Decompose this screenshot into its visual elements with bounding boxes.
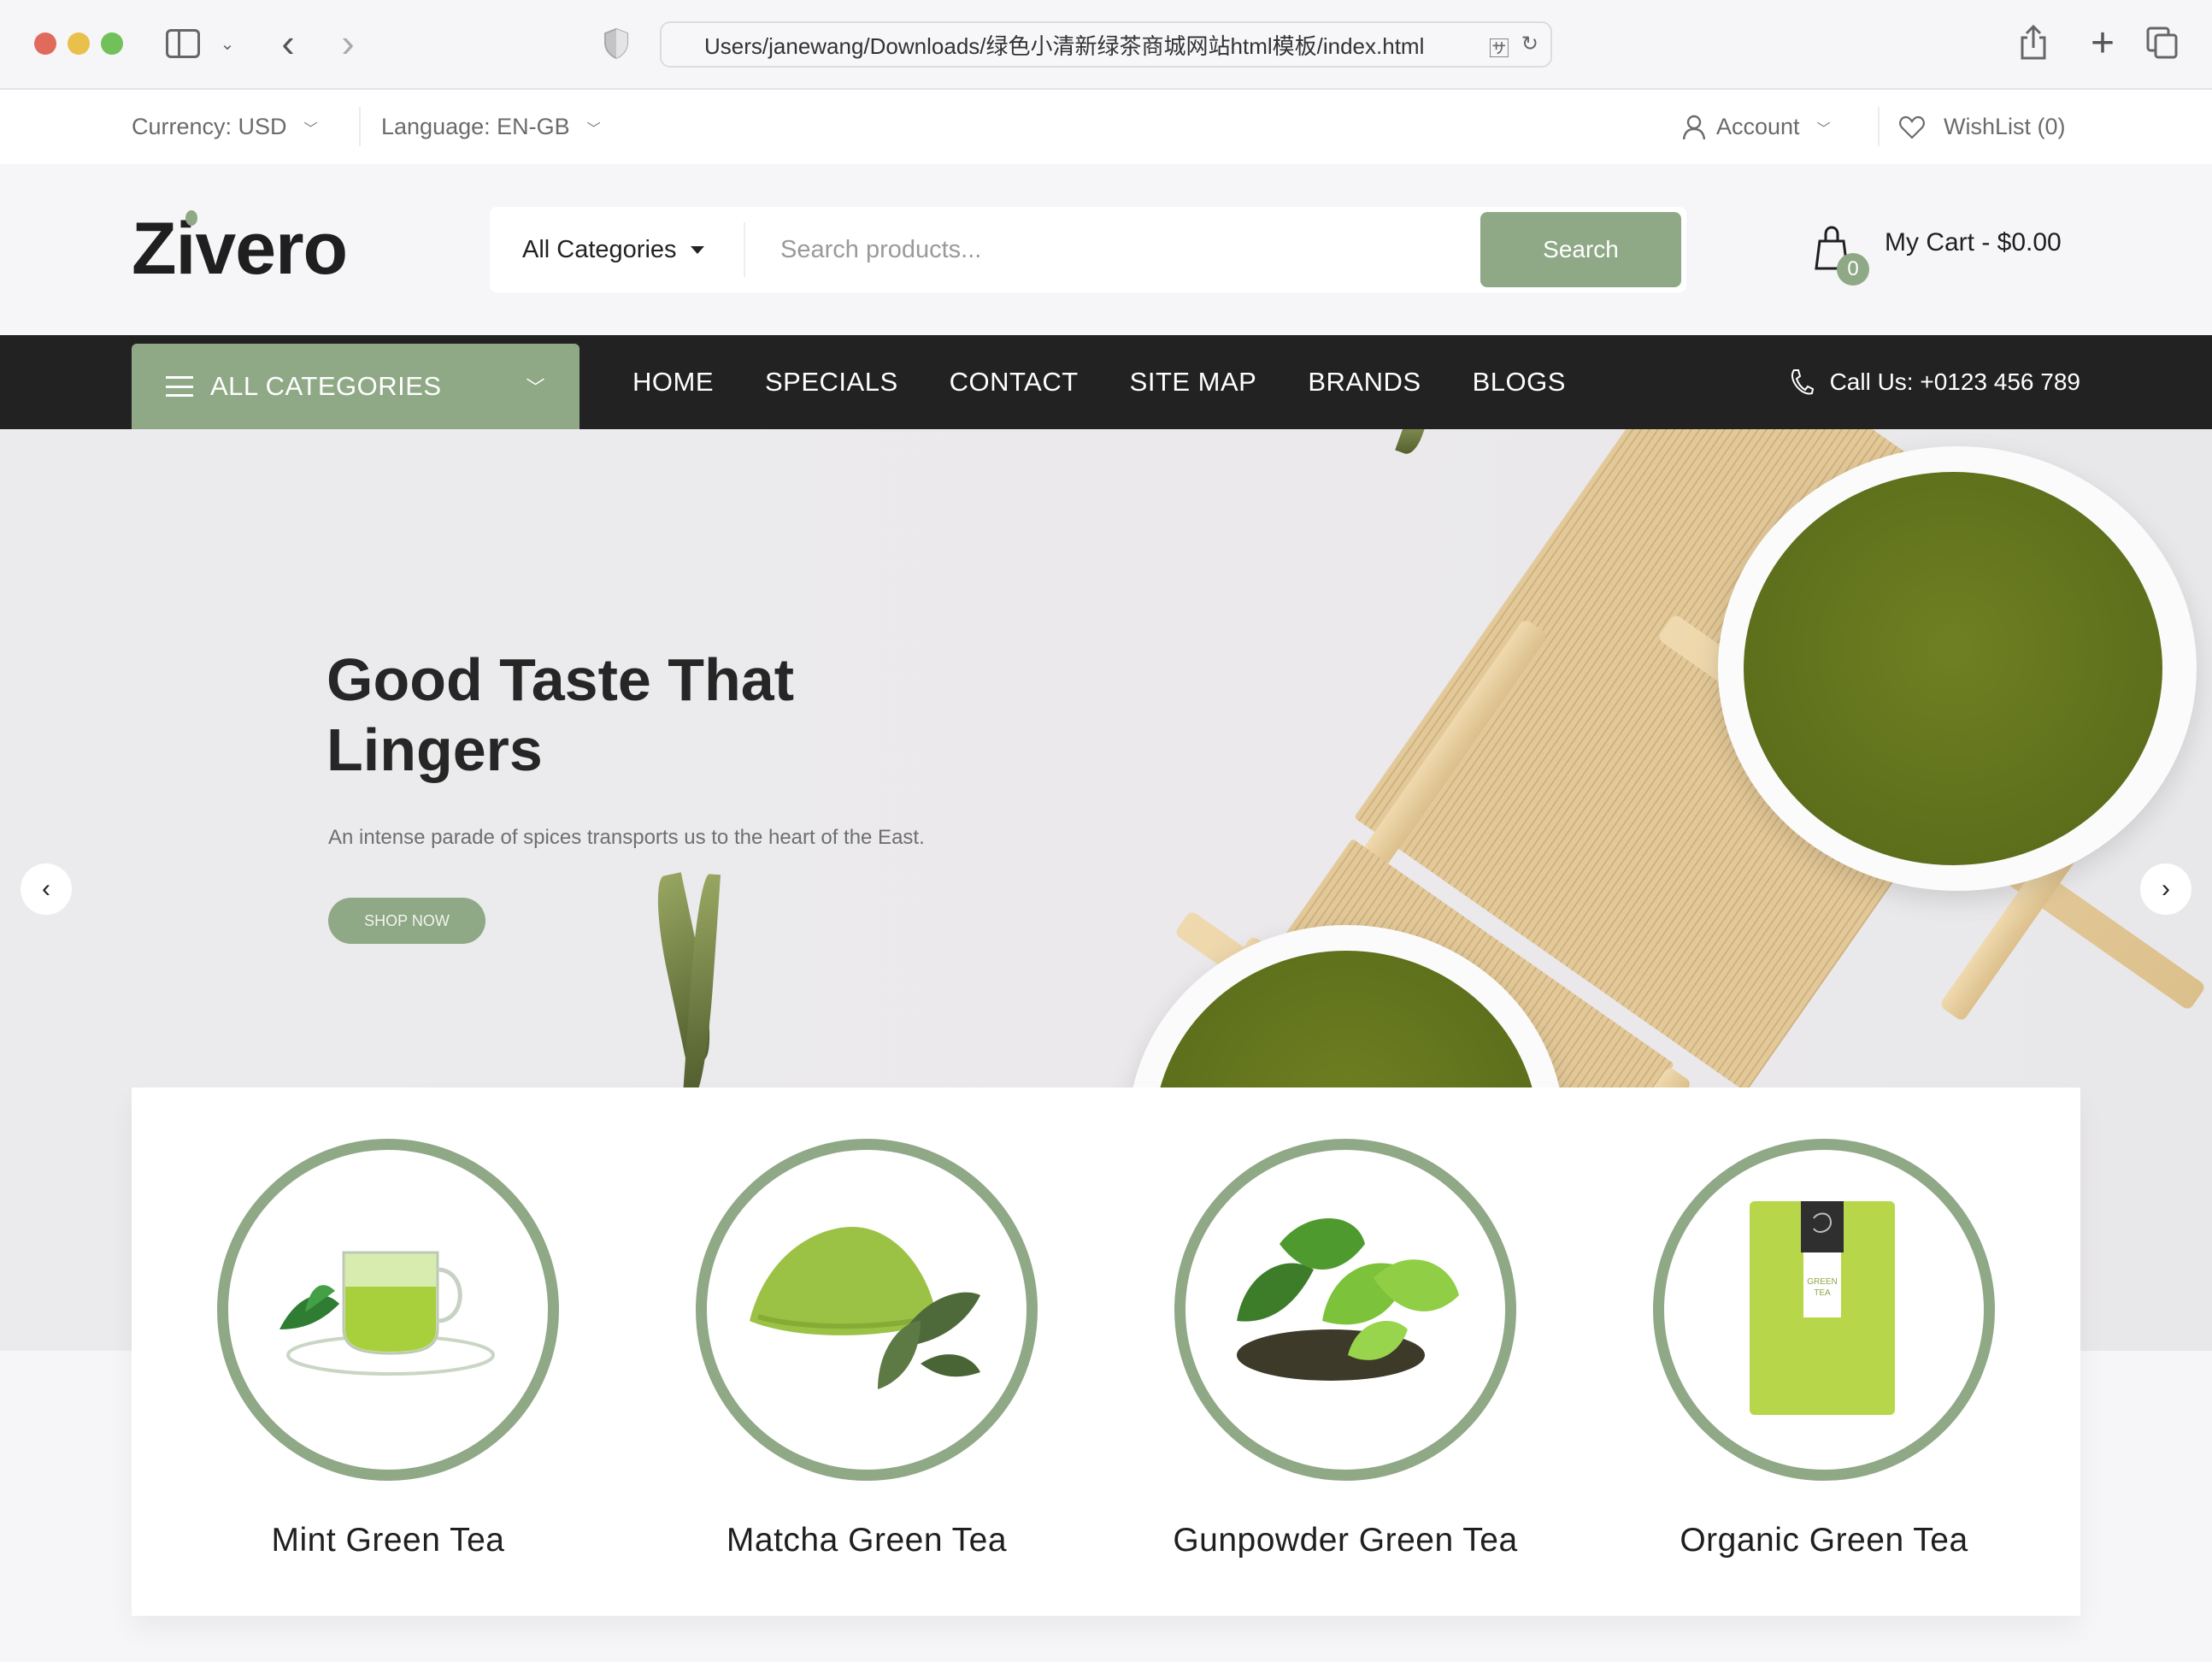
svg-text:GREEN: GREEN (1807, 1277, 1838, 1287)
cart-count-badge: 0 (1837, 253, 1869, 286)
nav-home[interactable]: HOME (632, 367, 714, 398)
caret-down-icon (690, 245, 704, 254)
new-tab-icon[interactable]: + (2086, 21, 2120, 66)
category-image-gunpowder (1174, 1139, 1516, 1481)
top-utility-bar: Currency: USD ﹀ Language: EN-GB ﹀ Accoun… (0, 90, 2212, 164)
heart-icon (1899, 115, 1925, 139)
reload-icon[interactable]: ↻ (1521, 32, 1538, 62)
category-dropdown[interactable]: All Categories (522, 207, 704, 292)
chevron-down-icon: ﹀ (1816, 121, 1831, 137)
close-window-button[interactable] (34, 32, 56, 55)
nav-blogs[interactable]: BLOGS (1473, 367, 1566, 398)
nav-brands[interactable]: BRANDS (1308, 367, 1421, 398)
category-card[interactable]: Gunpowder Green Tea (1089, 1087, 1568, 1616)
search-form: All Categories Search (490, 207, 1686, 292)
account-label: Account (1716, 114, 1800, 139)
tabs-overview-icon[interactable] (2145, 26, 2180, 60)
wishlist-link[interactable]: WishList (0) (1899, 90, 2066, 164)
wishlist-label: WishList (0) (1944, 114, 2066, 139)
nav-site-map[interactable]: SITE MAP (1130, 367, 1257, 398)
language-selector[interactable]: Language: EN-GB ﹀ (381, 90, 601, 164)
category-card[interactable]: Mint Green Tea (132, 1087, 610, 1616)
logo[interactable]: Zivero (132, 207, 348, 292)
minimize-window-button[interactable] (68, 32, 90, 55)
search-input[interactable] (780, 224, 1344, 275)
category-image-mint (217, 1139, 559, 1481)
zoom-window-button[interactable] (101, 32, 123, 55)
share-icon[interactable] (2019, 24, 2048, 62)
divider (1878, 107, 1880, 146)
category-image-matcha (696, 1139, 1038, 1481)
phone-icon (1791, 369, 1814, 395)
divider (744, 222, 745, 277)
logo-dot (185, 210, 197, 226)
category-name[interactable]: Organic Green Tea (1568, 1522, 2080, 1559)
all-categories-button[interactable]: ALL CATEGORIES ﹀ (132, 344, 579, 429)
currency-selector[interactable]: Currency: USD ﹀ (132, 90, 318, 164)
shop-now-button[interactable]: SHOP NOW (328, 898, 485, 944)
tea-leaves-icon (1237, 1218, 1459, 1381)
main-navigation: ALL CATEGORIES ﹀ HOME SPECIALS CONTACT S… (0, 335, 2212, 429)
hero-title-line-1: Good Taste That (327, 646, 795, 713)
hero-title-line-2: Lingers (327, 716, 543, 783)
url-bar[interactable]: Users/janewang/Downloads/绿色小清新绿茶商城网站html… (660, 21, 1552, 68)
category-name[interactable]: Mint Green Tea (132, 1522, 644, 1559)
matcha-powder-icon (750, 1227, 980, 1389)
all-categories-label: ALL CATEGORIES (210, 371, 442, 401)
hamburger-icon (166, 376, 193, 397)
cart-label: My Cart - $0.00 (1885, 228, 2062, 256)
tea-cup-icon (279, 1251, 495, 1376)
tea-pouch-icon: GREEN TEA (1750, 1201, 1895, 1415)
logo-text: Zivero (132, 208, 348, 290)
category-card[interactable]: Matcha Green Tea (610, 1087, 1089, 1616)
currency-label: Currency: USD (132, 114, 287, 139)
slider-next-button[interactable]: › (2140, 863, 2191, 915)
cart-link[interactable]: 0 My Cart - $0.00 (1815, 226, 2105, 286)
slider-prev-button[interactable]: ‹ (21, 863, 72, 915)
category-name[interactable]: Matcha Green Tea (610, 1522, 1123, 1559)
hero-title: Good Taste That Lingers (327, 645, 1096, 785)
call-us: Call Us: +0123 456 789 (1789, 335, 2080, 429)
category-card[interactable]: GREEN TEA Organic Green Tea (1568, 1087, 2046, 1616)
nav-links: HOME SPECIALS CONTACT SITE MAP BRANDS BL… (632, 335, 1566, 429)
account-menu[interactable]: Account ﹀ (1682, 90, 1831, 164)
chevron-down-icon: ﹀ (526, 377, 545, 398)
language-label: Language: EN-GB (381, 114, 570, 139)
svg-text:TEA: TEA (1814, 1288, 1831, 1298)
featured-categories: Mint Green Tea Matcha Green Tea Gunpowde… (132, 1087, 2080, 1616)
chevron-left-icon: ‹ (42, 875, 50, 903)
shield-icon[interactable] (603, 27, 629, 60)
search-button[interactable]: Search (1480, 212, 1681, 287)
chevron-down-icon: ﹀ (303, 121, 318, 137)
nav-contact[interactable]: CONTACT (950, 367, 1079, 398)
sidebar-toggle-icon[interactable] (166, 29, 200, 58)
call-us-text: Call Us: +0123 456 789 (1829, 368, 2080, 395)
chevron-down-icon: ﹀ (586, 121, 601, 137)
back-icon[interactable]: ‹ (274, 21, 303, 65)
browser-toolbar: ⌄ ‹ › Users/janewang/Downloads/绿色小清新绿茶商城… (0, 0, 2212, 90)
forward-icon[interactable]: › (333, 21, 362, 65)
category-name[interactable]: Gunpowder Green Tea (1089, 1522, 1602, 1559)
hero-subtitle: An intense parade of spices transports u… (328, 826, 925, 849)
user-icon (1682, 115, 1706, 139)
chevron-right-icon: › (2162, 875, 2170, 903)
translate-icon[interactable]: 🈂 (1489, 32, 1509, 62)
category-image-organic: GREEN TEA (1653, 1139, 1995, 1481)
divider (359, 107, 361, 146)
chevron-down-icon[interactable]: ⌄ (219, 29, 236, 58)
url-text: Users/janewang/Downloads/绿色小清新绿茶商城网站html… (704, 32, 1425, 59)
category-dropdown-label: All Categories (522, 235, 677, 263)
site-header: Zivero All Categories Search 0 My Cart -… (0, 164, 2212, 335)
nav-specials[interactable]: SPECIALS (765, 367, 898, 398)
